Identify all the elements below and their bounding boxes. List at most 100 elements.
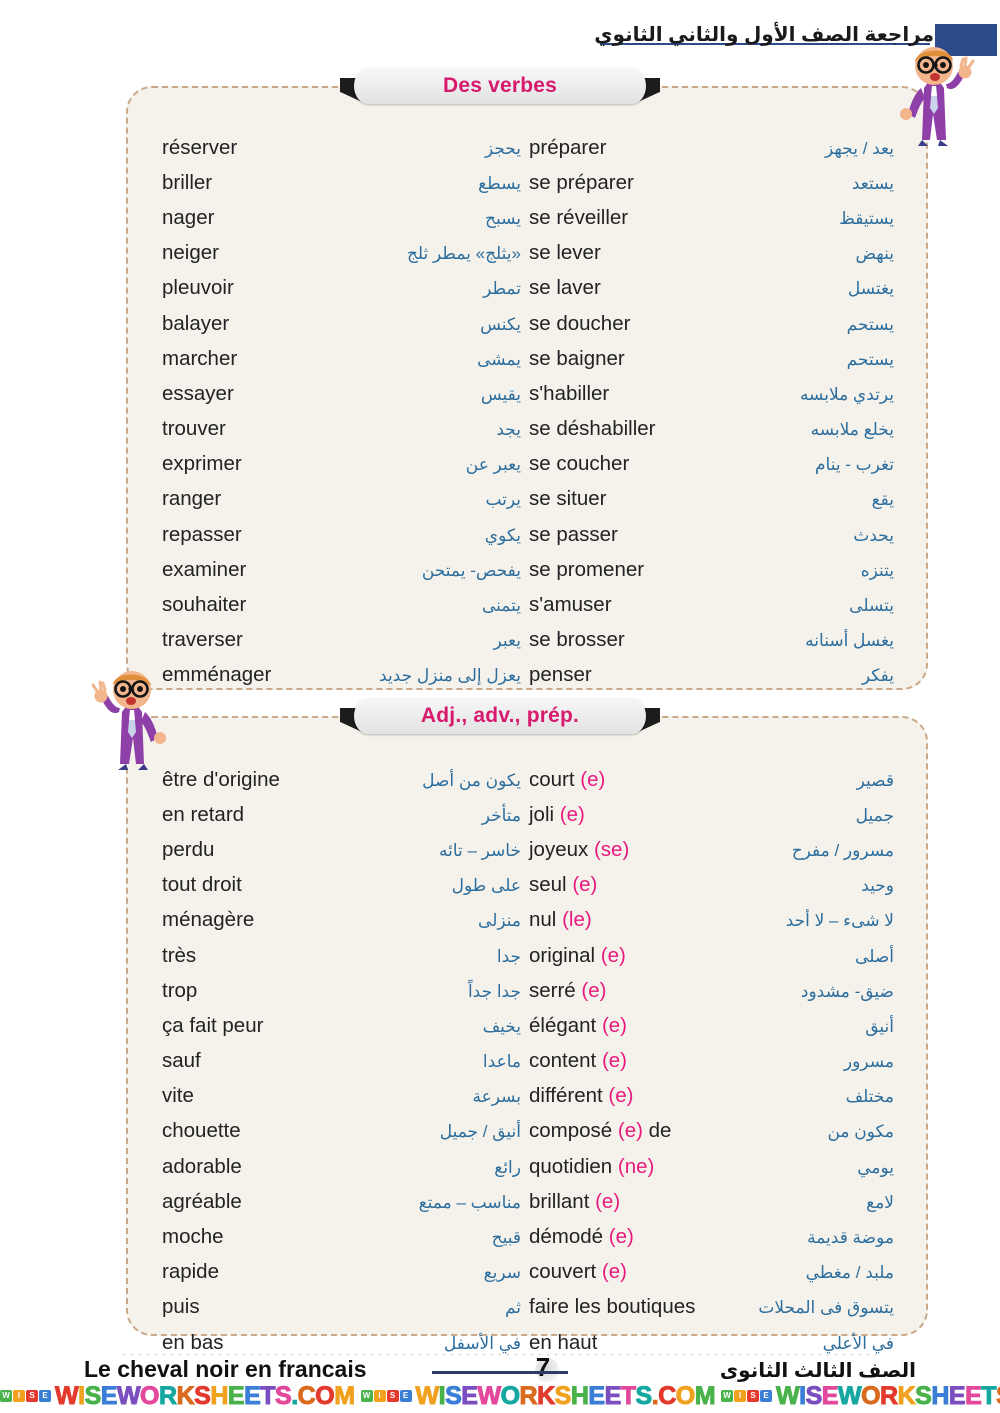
vocab-pair-right: élégant (e) أنيق [529,1014,896,1038]
vocab-row: repasser يكوي se passer يحدث [136,517,918,552]
french-term-base: faire les boutiques [529,1295,696,1319]
french-gender-suffix: (le) [562,908,592,932]
watermark-badge-letter: W [360,1390,373,1402]
french-term: faire les boutiques [529,1295,695,1319]
french-term: trop [162,978,198,1002]
arabic-translation: يعد / يجهز [825,138,894,158]
watermark-badge-letter: E [39,1390,51,1402]
watermark-letter: S [445,1381,463,1410]
arabic-translation: يستيقظ [839,208,894,228]
vocab-row: marcher يمشى se baigner يستحم [136,341,918,376]
french-term: réserver [162,135,238,159]
french-term-base: se promener [529,557,645,581]
adjectives-card: être d'origine يكون من أصل court (e) قصير en… [126,716,928,1354]
verbs-row-list: réserver يحجز préparer يعد / يجهز briller يسط… [136,130,918,693]
french-term: emménager [162,663,272,687]
watermark-badge-letter: W [0,1390,12,1402]
vocab-pair-right: se doucher يستحم [529,312,896,336]
vocab-row: agréable مناسب – ممتع brillant (e) لامع [136,1184,918,1219]
french-term-base: se préparer [529,170,634,194]
arabic-translation: سريع [483,1263,521,1283]
watermark-letter: E [965,1381,983,1410]
arabic-translation: مناسب – ممتع [418,1192,521,1212]
vocab-pair-right: s'amuser يتسلى [529,593,896,617]
vocab-row: très جدا original (e) أصلى [136,938,918,973]
vocab-row: balayer يكنس se doucher يستحم [136,306,918,341]
watermark-letter: E [100,1381,118,1410]
arabic-translation: يتسوق فى المحلات [758,1298,894,1318]
french-term: serré (e) [529,979,606,1003]
french-term-base: se lever [529,241,601,265]
vocab-pair-left: ménagère منزلى [162,908,529,932]
watermark-letter: E [227,1381,245,1410]
vocab-pair-right: préparer يعد / يجهز [529,136,896,160]
arabic-translation: يحدث [853,525,894,545]
vocab-pair-left: balayer يكنس [162,312,529,336]
arabic-translation: مختلف [845,1087,894,1107]
adjectives-section-title: Adj., adv., prép. [420,704,580,727]
french-term: rapide [162,1260,219,1284]
vocab-pair-right: se situer يقع [529,487,896,511]
arabic-translation: ثم [504,1298,521,1318]
french-term: se coucher [529,452,629,476]
arabic-translation: ينهض [855,244,894,264]
french-term-base: se baigner [529,346,625,370]
arabic-translation: «يثلج» يمطر ثلج [406,244,521,264]
vocab-pair-left: traverser يعبر [162,628,529,652]
arabic-translation: تمطر [483,279,521,299]
arabic-translation: مسرور [843,1052,894,1072]
watermark-letter: R [159,1381,178,1410]
french-term-base: court [529,767,581,791]
arabic-translation: يغسل أسنانه [805,631,894,651]
french-term-base: joyeux [529,837,594,861]
watermark-letter: W [477,1381,502,1410]
vocab-pair-left: chouette أنيق / جميل [162,1119,529,1143]
watermark-letter: W [54,1381,79,1410]
vocab-pair-right: se brosser يغسل أسنانه [529,628,896,652]
arabic-translation: جدا [496,946,521,966]
french-term-base: brillant [529,1189,596,1213]
arabic-translation: جميل [855,805,894,825]
vocab-row: ménagère منزلى nul (le) لا شىء – لا أحد [136,903,918,938]
french-term-base: élégant [529,1013,602,1037]
french-term: agréable [162,1189,242,1213]
french-term: s'amuser [529,593,612,617]
french-term: trouver [162,417,226,441]
french-term-base: penser [529,663,592,687]
vocab-pair-right: se lever ينهض [529,241,896,265]
french-term: joyeux (se) [529,838,629,862]
watermark-letter: R [880,1381,899,1410]
french-term: se baigner [529,347,625,371]
arabic-translation: يجد [496,420,521,440]
verbs-card: réserver يحجز préparer يعد / يجهز briller يسط… [126,86,928,690]
watermark-badge-letter: I [734,1390,747,1402]
french-term: se laver [529,276,601,300]
french-term: en retard [162,802,245,826]
vocab-pair-left: moche قبيح [162,1225,529,1249]
french-term: préparer [529,136,607,160]
vocab-pair-left: vite بسرعة [162,1084,529,1108]
arabic-translation: يتمنى [482,596,521,616]
watermark-letter: S [554,1381,572,1410]
french-term: chouette [162,1119,241,1143]
french-term-base: se brosser [529,628,625,652]
vocab-pair-left: essayer يقيس [162,382,529,406]
french-gender-suffix: (e) [572,873,598,897]
french-term: se doucher [529,312,630,336]
watermark-letter: K [176,1381,195,1410]
french-term-base: se doucher [529,311,631,335]
watermark-letter: M [334,1381,356,1410]
watermark-letter: R [519,1381,538,1410]
french-term: seul (e) [529,873,597,897]
french-term: exprimer [162,452,242,476]
french-term: sauf [162,1049,201,1073]
header-title-arabic: مراجعة الصف الأول والثاني الثانوي [594,24,934,46]
watermark-banner: WISEWISEWORKSHEETS.COMWISEWISEWORKSHEETS… [0,1379,1000,1413]
watermark-letter: O [861,1381,881,1410]
vocab-pair-left: examiner يفحص- يمتحن [162,558,529,582]
vocab-row: ranger يرتب se situer يقع [136,482,918,517]
arabic-translation: ضيق- مشدود [800,981,894,1001]
vocab-row: puis ثم faire les boutiques يتسوق فى المحلا… [136,1290,918,1325]
arabic-translation: متأخر [481,805,521,825]
vocab-row: perdu خاسر – تائه joyeux (se) مسرور / مفرح [136,832,918,867]
